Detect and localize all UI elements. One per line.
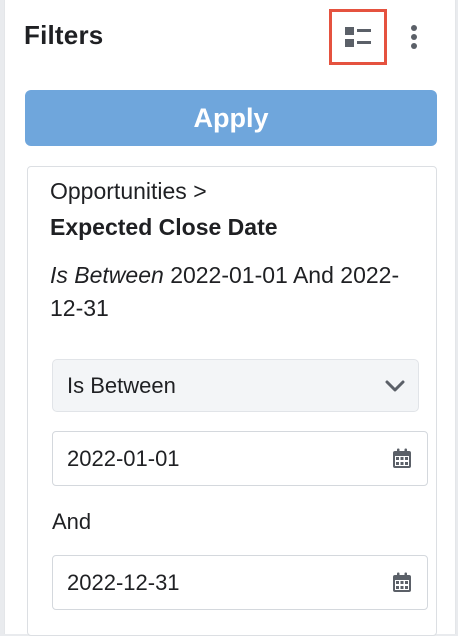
- start-date-input[interactable]: 2022-01-01: [52, 431, 428, 486]
- filter-card: Opportunities > Expected Close Date Is B…: [27, 166, 437, 636]
- filters-header: Filters: [5, 0, 455, 76]
- summary-view-icon: [345, 27, 371, 47]
- filter-module-label: Opportunities >: [50, 178, 207, 204]
- calendar-icon[interactable]: [391, 572, 413, 594]
- filter-description-operator: Is Between: [50, 262, 164, 288]
- calendar-icon[interactable]: [391, 448, 413, 470]
- vertical-ellipsis-icon: [411, 25, 417, 49]
- between-conjunction-label: And: [52, 509, 92, 534]
- filter-description: Is Between 2022-01-01 And 2022-12-31: [50, 259, 420, 325]
- filter-field-label: Expected Close Date: [50, 214, 278, 240]
- apply-button[interactable]: Apply: [25, 90, 437, 146]
- panel-title: Filters: [24, 20, 104, 50]
- start-date-value: 2022-01-01: [67, 446, 180, 471]
- operator-dropdown-value: Is Between: [67, 373, 176, 398]
- summary-view-toggle[interactable]: [329, 9, 387, 65]
- operator-dropdown[interactable]: Is Between: [52, 359, 419, 412]
- chevron-down-icon: [385, 380, 405, 392]
- more-actions-button[interactable]: [402, 20, 426, 54]
- end-date-input[interactable]: 2022-12-31: [52, 555, 428, 610]
- filters-panel: Filters Apply Opportunities > Expected C…: [4, 0, 456, 636]
- end-date-value: 2022-12-31: [67, 570, 180, 595]
